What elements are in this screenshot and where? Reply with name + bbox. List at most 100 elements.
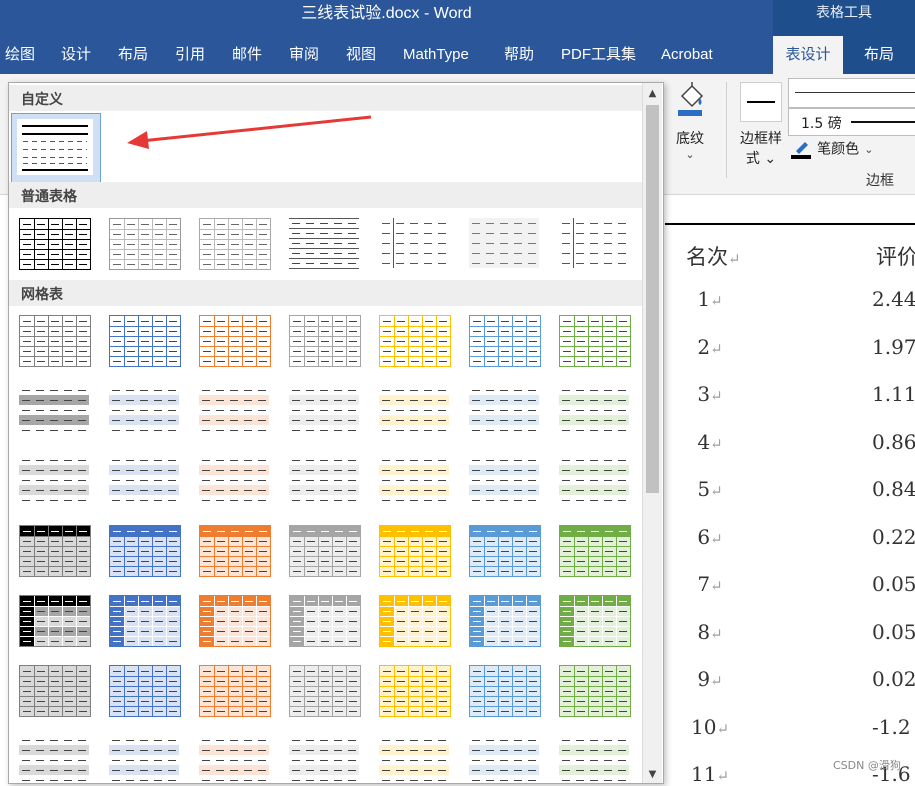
grid-table-style[interactable] [379, 525, 451, 577]
tab-mathtype[interactable]: MathType [403, 36, 469, 74]
grid-table-style[interactable] [109, 595, 181, 647]
plain-table-style[interactable] [19, 218, 91, 270]
grid-table-style[interactable] [379, 595, 451, 647]
grid-table-style[interactable] [289, 665, 361, 717]
gallery-scrollbar[interactable]: ▲ ▼ [642, 83, 662, 783]
grid-table-style[interactable] [199, 455, 269, 505]
plain-table-style[interactable] [559, 218, 629, 268]
plain-table-style[interactable] [469, 218, 539, 268]
grid-table-style[interactable] [469, 385, 539, 435]
grid-table-style[interactable] [19, 385, 89, 435]
grid-table-style[interactable] [19, 595, 91, 647]
grid-table-style[interactable] [109, 665, 181, 717]
eval-cell: 1.97 [872, 334, 915, 359]
plain-table-style[interactable] [199, 218, 271, 270]
grid-table-style[interactable] [19, 735, 89, 783]
grid-table-style[interactable] [469, 595, 541, 647]
rank-cell: 10↵ [690, 714, 730, 739]
grid-table-style[interactable] [109, 455, 179, 505]
line-weight-select[interactable]: 1.5 磅 [788, 108, 915, 136]
grid-table-style[interactable] [469, 525, 541, 577]
grid-table-style[interactable] [109, 525, 181, 577]
rank-cell: 7↵ [697, 572, 723, 596]
grid-table-style[interactable] [289, 525, 361, 577]
rank-cell: 4↵ [697, 429, 723, 454]
grid-table-style[interactable] [109, 315, 181, 367]
grid-table-style[interactable] [559, 595, 631, 647]
grid-table-style[interactable] [289, 735, 359, 783]
grid-table-style[interactable] [379, 385, 449, 435]
grid-table-style[interactable] [379, 315, 451, 367]
grid-table-style[interactable] [559, 665, 631, 717]
grid-table-style[interactable] [199, 315, 271, 367]
eval-cell: 0.05 [872, 619, 915, 644]
grid-table-style[interactable] [379, 455, 449, 505]
tab-layout[interactable]: 布局 [118, 36, 148, 74]
rank-cell: 11↵ [690, 762, 730, 786]
tab-help[interactable]: 帮助 [504, 36, 534, 74]
grid-table-style[interactable] [199, 665, 271, 717]
tab-design[interactable]: 设计 [61, 36, 91, 74]
grid-table-style[interactable] [559, 385, 629, 435]
scroll-up-icon[interactable]: ▲ [643, 85, 662, 103]
grid-table-style[interactable] [289, 595, 361, 647]
grid-table-style[interactable] [289, 455, 359, 505]
grid-table-style[interactable] [559, 525, 631, 577]
shading-button[interactable]: 底纹 ⌄ [668, 80, 712, 164]
line-style-select[interactable] [788, 78, 915, 108]
plain-table-style[interactable] [109, 218, 181, 270]
window-title: 三线表试验.docx - Word [301, 5, 472, 22]
grid-table-style[interactable] [379, 665, 451, 717]
rank-cell: 6↵ [697, 524, 723, 549]
grid-table-style[interactable] [19, 315, 91, 367]
grid-table-style[interactable] [469, 455, 539, 505]
tab-review[interactable]: 审阅 [289, 36, 319, 74]
border-styles-button[interactable]: 边框样 式 ⌄ [736, 80, 786, 170]
grid-table-style[interactable] [109, 735, 179, 783]
shading-icon [678, 82, 704, 116]
eval-cell: 0.02 [872, 667, 915, 691]
grid-table-style[interactable] [199, 595, 271, 647]
grid-table-style[interactable] [19, 455, 89, 505]
tab-mailings[interactable]: 邮件 [232, 36, 262, 74]
grid-table-style[interactable] [289, 315, 361, 367]
rank-cell: 5↵ [697, 477, 723, 501]
custom-three-line-style[interactable] [11, 113, 101, 183]
grid-table-style[interactable] [109, 385, 179, 435]
tab-acrobat[interactable]: Acrobat [661, 36, 713, 74]
grid-table-style[interactable] [199, 525, 271, 577]
borders-group-label: 边框 [866, 173, 894, 189]
tab-view[interactable]: 视图 [346, 36, 376, 74]
tab-table-design[interactable]: 表设计 [773, 36, 843, 74]
rank-cell: 1↵ [697, 287, 723, 311]
grid-table-style[interactable] [559, 315, 631, 367]
grid-table-style[interactable] [559, 735, 629, 783]
grid-table-style[interactable] [199, 385, 269, 435]
section-plain-tables: 普通表格 [9, 182, 642, 208]
pen-color-button[interactable]: 笔颜色 ⌄ [790, 138, 873, 162]
eval-cell: 0.84 [872, 477, 915, 501]
ribbon-tabs: 绘图 设计 布局 引用 邮件 审阅 视图 MathType 帮助 PDF工具集 … [0, 36, 915, 74]
scroll-down-icon[interactable]: ▼ [643, 767, 662, 783]
plain-table-style[interactable] [379, 218, 449, 268]
grid-table-style[interactable] [469, 315, 541, 367]
plain-table-style[interactable] [289, 218, 359, 269]
tab-draw[interactable]: 绘图 [5, 36, 35, 74]
grid-table-style[interactable] [19, 665, 91, 717]
grid-table-style[interactable] [469, 665, 541, 717]
grid-table-style[interactable] [199, 735, 269, 783]
grid-table-style[interactable] [559, 455, 629, 505]
rank-cell: 2↵ [697, 334, 723, 359]
border-style-preview [740, 82, 782, 122]
grid-table-style[interactable] [289, 385, 359, 435]
table-styles-gallery[interactable]: 自定义 普通表格 网格表 ▲ ▼ [8, 82, 664, 784]
table-tools-group: 表格工具 [773, 0, 915, 36]
tab-table-layout[interactable]: 布局 [843, 36, 915, 74]
tab-references[interactable]: 引用 [175, 36, 205, 74]
grid-table-style[interactable] [469, 735, 539, 783]
grid-table-style[interactable] [19, 525, 91, 577]
tab-pdf-tools[interactable]: PDF工具集 [561, 36, 636, 74]
grid-table-style[interactable] [379, 735, 449, 783]
scroll-thumb[interactable] [646, 105, 659, 493]
header-eval: 评价 [876, 245, 915, 269]
